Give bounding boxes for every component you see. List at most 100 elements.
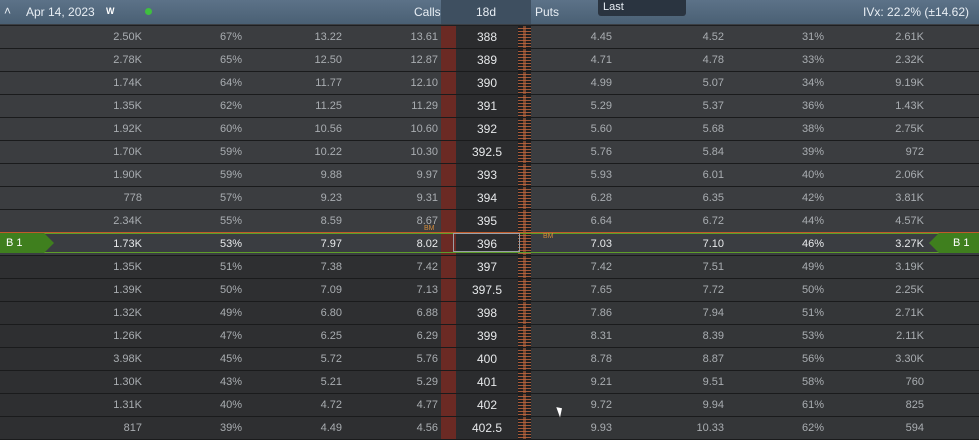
chevron-up-icon[interactable]: ˄ (4, 4, 11, 18)
call-ask[interactable]: 5.29 (356, 376, 438, 388)
table-row[interactable]: 1.35K 62% 11.25 11.29 391 5.29 5.37 36% 1.43K (0, 95, 979, 118)
call-volume[interactable]: 3.98K (60, 353, 142, 365)
put-volume[interactable]: 594 (842, 422, 924, 434)
expiration-date[interactable]: Apr 14, 2023 (26, 5, 95, 19)
call-prob-itm[interactable]: 45% (160, 353, 242, 365)
put-ask[interactable]: 5.68 (642, 123, 724, 135)
put-prob-itm[interactable]: 44% (742, 215, 824, 227)
put-volume[interactable]: 2.71K (842, 307, 924, 319)
call-ask[interactable]: 4.56 (356, 422, 438, 434)
call-ask[interactable]: 11.29 (356, 100, 438, 112)
put-ask[interactable]: 9.51 (642, 376, 724, 388)
put-prob-itm[interactable]: 42% (742, 192, 824, 204)
call-prob-itm[interactable]: 62% (160, 100, 242, 112)
call-ask[interactable]: 7.42 (356, 261, 438, 273)
strike-price[interactable]: 402.5 (456, 421, 518, 435)
table-row[interactable]: 1.35K 51% 7.38 7.42 397 7.42 7.51 49% 3.19K (0, 256, 979, 279)
call-bid[interactable]: 10.22 (260, 146, 342, 158)
strike-price[interactable]: 388 (456, 30, 518, 44)
put-bid[interactable]: 5.60 (530, 123, 612, 135)
put-bid[interactable]: 6.28 (530, 192, 612, 204)
strike-price[interactable]: 391 (456, 99, 518, 113)
put-volume[interactable]: 2.25K (842, 284, 924, 296)
call-volume[interactable]: 817 (60, 422, 142, 434)
put-bid[interactable]: 8.31 (530, 330, 612, 342)
put-prob-itm[interactable]: 39% (742, 146, 824, 158)
call-prob-itm[interactable]: 65% (160, 54, 242, 66)
put-ask[interactable]: 9.94 (642, 399, 724, 411)
call-bid[interactable]: 12.50 (260, 54, 342, 66)
last-column-header[interactable]: Last (598, 0, 686, 16)
put-prob-itm[interactable]: 34% (742, 77, 824, 89)
put-volume[interactable]: 9.19K (842, 77, 924, 89)
put-ask[interactable]: 8.39 (642, 330, 724, 342)
put-ask[interactable]: 7.72 (642, 284, 724, 296)
call-ask[interactable]: 9.31 (356, 192, 438, 204)
strike-price[interactable]: 399 (456, 329, 518, 343)
put-bid[interactable]: 7.65 (530, 284, 612, 296)
table-row[interactable]: 1.39K 50% 7.09 7.13 397.5 7.65 7.72 50% 2.25K (0, 279, 979, 302)
put-bid[interactable]: 9.93 (530, 422, 612, 434)
call-prob-itm[interactable]: 57% (160, 192, 242, 204)
table-row[interactable]: 2.34K 55% 8.59 8.67 395 6.64 6.72 44% 4.57K (0, 210, 979, 233)
table-row[interactable]: 778 57% 9.23 9.31 394 6.28 6.35 42% 3.81K (0, 187, 979, 210)
call-bid[interactable]: 5.72 (260, 353, 342, 365)
put-volume[interactable]: 2.32K (842, 54, 924, 66)
call-volume[interactable]: 1.70K (60, 146, 142, 158)
call-prob-itm[interactable]: 47% (160, 330, 242, 342)
put-prob-itm[interactable]: 40% (742, 169, 824, 181)
put-prob-itm[interactable]: 56% (742, 353, 824, 365)
put-bid[interactable]: 6.64 (530, 215, 612, 227)
put-prob-itm[interactable]: 36% (742, 100, 824, 112)
put-ask[interactable]: 5.07 (642, 77, 724, 89)
put-prob-itm[interactable]: 53% (742, 330, 824, 342)
table-row[interactable]: 1.70K 59% 10.22 10.30 392.5 5.76 5.84 39% 972 (0, 141, 979, 164)
put-volume[interactable]: 2.06K (842, 169, 924, 181)
strike-price[interactable]: 389 (456, 53, 518, 67)
call-bid[interactable]: 4.72 (260, 399, 342, 411)
put-bid[interactable]: 4.45 (530, 31, 612, 43)
strike-price[interactable]: 397 (456, 260, 518, 274)
call-bid[interactable]: 4.49 (260, 422, 342, 434)
call-ask[interactable]: 12.10 (356, 77, 438, 89)
put-bid[interactable]: 4.99 (530, 77, 612, 89)
put-ask[interactable]: 6.01 (642, 169, 724, 181)
call-ask[interactable]: 4.77 (356, 399, 438, 411)
put-bid[interactable]: 8.78 (530, 353, 612, 365)
put-volume[interactable]: 825 (842, 399, 924, 411)
call-ask[interactable]: 10.30 (356, 146, 438, 158)
put-prob-itm[interactable]: 31% (742, 31, 824, 43)
put-volume[interactable]: 3.81K (842, 192, 924, 204)
call-prob-itm[interactable]: 59% (160, 146, 242, 158)
put-bid[interactable]: 7.86 (530, 307, 612, 319)
call-prob-itm[interactable]: 51% (160, 261, 242, 273)
table-row[interactable]: 1.74K 64% 11.77 12.10 390 4.99 5.07 34% 9.19K (0, 72, 979, 95)
put-bid[interactable]: 9.72 (530, 399, 612, 411)
call-bid[interactable]: 9.23 (260, 192, 342, 204)
put-prob-itm[interactable]: 51% (742, 307, 824, 319)
table-row[interactable]: 817 39% 4.49 4.56 402.5 9.93 10.33 62% 594 (0, 417, 979, 440)
call-bid[interactable]: 10.56 (260, 123, 342, 135)
put-ask[interactable]: 5.37 (642, 100, 724, 112)
call-volume[interactable]: 1.90K (60, 169, 142, 181)
strike-price[interactable]: 392 (456, 122, 518, 136)
put-prob-itm[interactable]: 33% (742, 54, 824, 66)
put-bid[interactable]: 7.42 (530, 261, 612, 273)
call-ask[interactable]: 5.76 (356, 353, 438, 365)
call-ask[interactable]: 7.13 (356, 284, 438, 296)
put-ask[interactable]: 8.87 (642, 353, 724, 365)
put-ask[interactable]: 5.84 (642, 146, 724, 158)
call-volume[interactable]: 1.31K (60, 399, 142, 411)
call-volume[interactable]: 778 (60, 192, 142, 204)
put-volume[interactable]: 3.30K (842, 353, 924, 365)
put-volume[interactable]: 3.19K (842, 261, 924, 273)
put-ask[interactable]: 6.35 (642, 192, 724, 204)
call-bid[interactable]: 11.25 (260, 100, 342, 112)
table-row[interactable]: 2.78K 65% 12.50 12.87 389 4.71 4.78 33% 2.32K (0, 49, 979, 72)
call-volume[interactable]: 1.35K (60, 261, 142, 273)
call-prob-itm[interactable]: 67% (160, 31, 242, 43)
table-row[interactable]: 1.31K 40% 4.72 4.77 402 9.72 9.94 61% 825 (0, 394, 979, 417)
call-prob-itm[interactable]: 59% (160, 169, 242, 181)
put-prob-itm[interactable]: 61% (742, 399, 824, 411)
call-bid[interactable]: 6.25 (260, 330, 342, 342)
